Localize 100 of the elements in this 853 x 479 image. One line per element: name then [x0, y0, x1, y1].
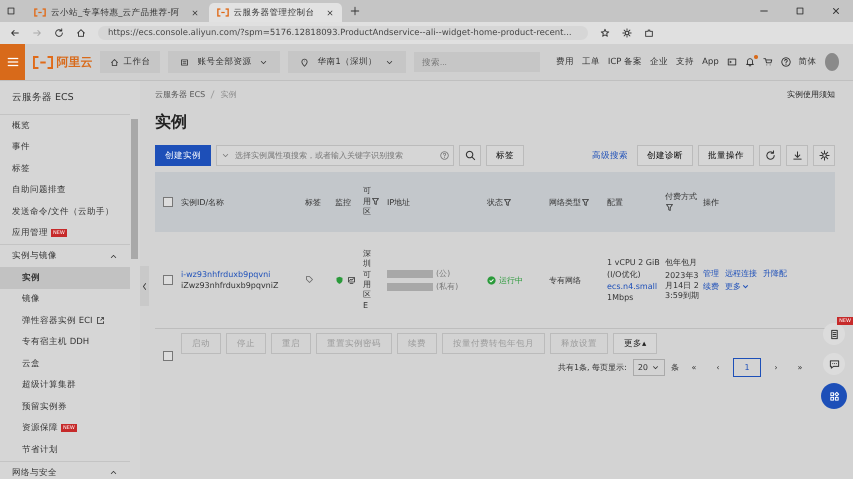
- top-link[interactable]: 支持: [676, 56, 694, 68]
- settings-button[interactable]: [813, 145, 835, 166]
- filter-icon[interactable]: [665, 202, 674, 212]
- sidebar-item[interactable]: 节省计划: [0, 439, 130, 460]
- tag-button[interactable]: 标签: [486, 145, 524, 166]
- url-field[interactable]: https://ecs.console.aliyun.com/?spm=5176.12818093.ProductAndservice--ali--widget-home-product-recent...: [98, 26, 588, 40]
- prev-page-button[interactable]: ‹: [709, 360, 727, 375]
- filter-icon[interactable]: [581, 198, 590, 206]
- sidebar-item[interactable]: 实例: [0, 267, 130, 288]
- sidebar-item[interactable]: 概览: [0, 115, 130, 136]
- search-field[interactable]: 选择实例属性项搜索，或者输入关键字识别搜索: [216, 145, 454, 166]
- top-link[interactable]: App: [702, 57, 719, 67]
- sidebar-item[interactable]: 自助问题排查: [0, 180, 130, 201]
- download-button[interactable]: [786, 145, 808, 166]
- refresh-icon: [764, 150, 776, 161]
- chat-button[interactable]: [823, 353, 845, 375]
- config-text: (I/O优化): [607, 269, 642, 280]
- sidebar-item[interactable]: 超级计算集群: [0, 374, 130, 396]
- chevron-left-icon: [140, 282, 149, 290]
- last-page-button[interactable]: »: [791, 360, 809, 375]
- logo-icon: [216, 8, 229, 17]
- language-link[interactable]: 简体: [798, 56, 817, 68]
- top-link[interactable]: 企业: [650, 56, 668, 68]
- create-instance-button[interactable]: 创建实例: [155, 145, 211, 166]
- refresh-button[interactable]: [759, 145, 781, 166]
- action-link[interactable]: 升降配: [763, 268, 787, 279]
- column-header: 监控: [335, 196, 351, 208]
- search-field[interactable]: 搜索...: [414, 52, 540, 72]
- caret-icon[interactable]: [221, 151, 230, 160]
- action-link[interactable]: 远程连接: [725, 268, 757, 279]
- close-icon[interactable]: [190, 8, 199, 16]
- browser-tab[interactable]: 云服务器管理控制台: [208, 3, 342, 22]
- top-link[interactable]: ICP 备案: [608, 56, 642, 68]
- menu-icon[interactable]: [6, 55, 20, 69]
- resource-dropdown[interactable]: 账号全部资源: [168, 51, 280, 73]
- batch-button[interactable]: 批量操作: [698, 145, 754, 166]
- reload-icon[interactable]: [54, 28, 64, 38]
- close-icon[interactable]: [326, 8, 334, 16]
- column-header: 配置: [607, 196, 623, 208]
- top-link[interactable]: 费用: [556, 56, 574, 68]
- checkbox[interactable]: [163, 197, 173, 207]
- sidebar-item[interactable]: 镜像: [0, 288, 130, 310]
- column-header: 可用区: [363, 186, 371, 218]
- filter-icon[interactable]: [503, 198, 512, 206]
- action-link[interactable]: 续费: [703, 281, 719, 292]
- chat-icon: [828, 358, 840, 370]
- instance-id-link[interactable]: i-wz93nhfrduxb9pqvni: [181, 270, 301, 279]
- more-button[interactable]: 更多▴: [613, 333, 658, 354]
- back-icon[interactable]: [10, 28, 20, 38]
- next-page-button[interactable]: ›: [767, 360, 785, 375]
- first-page-button[interactable]: «: [685, 360, 703, 375]
- caret-icon: [109, 468, 118, 477]
- page-button[interactable]: 1: [733, 358, 761, 377]
- collapse-handle[interactable]: [140, 266, 149, 306]
- apps-button[interactable]: [821, 383, 847, 409]
- breadcrumb-separator: [208, 90, 218, 99]
- filter-icon[interactable]: [371, 197, 380, 206]
- cart-icon[interactable]: [762, 57, 773, 67]
- sidebar-item[interactable]: 弹性容器实例 ECI: [0, 310, 130, 332]
- check-circle-icon: [487, 276, 496, 284]
- action-link[interactable]: 更多: [725, 281, 750, 292]
- monitor-icon[interactable]: [347, 276, 356, 284]
- checkbox[interactable]: [163, 351, 173, 361]
- notice-link[interactable]: 实例使用须知: [787, 89, 835, 100]
- action-link[interactable]: 管理: [703, 268, 719, 279]
- home-icon[interactable]: [76, 28, 86, 38]
- tab-actions-icon[interactable]: [6, 6, 16, 16]
- menu-button[interactable]: [0, 44, 26, 80]
- search-button[interactable]: [459, 145, 481, 166]
- expiry-text: 2023年3月14日 23:59到期: [665, 270, 699, 302]
- sidebar-item[interactable]: 专有宿主机 DDH: [0, 332, 130, 353]
- sidebar-item[interactable]: 发送命令/文件（云助手）: [0, 201, 130, 222]
- sidebar-item[interactable]: 标签: [0, 158, 130, 180]
- page-size-dropdown[interactable]: 20: [632, 359, 665, 376]
- sidebar-item[interactable]: 云盒: [0, 353, 130, 374]
- diagnose-button[interactable]: 创建诊断: [637, 145, 693, 166]
- terminal-icon[interactable]: [726, 57, 737, 67]
- scrollbar[interactable]: [131, 119, 138, 259]
- tag-icon[interactable]: [305, 274, 314, 284]
- document-button[interactable]: [823, 323, 845, 345]
- breadcrumb-link[interactable]: 云服务器 ECS: [155, 89, 206, 100]
- bell-icon[interactable]: [744, 57, 755, 67]
- workbench-button[interactable]: 工作台: [100, 51, 160, 73]
- instance-type-link[interactable]: ecs.n4.small: [607, 282, 661, 291]
- browser-tab[interactable]: 云小站_专享特惠_云产品推荐-阿: [26, 3, 207, 22]
- network-type: 专有网络: [549, 276, 581, 284]
- region-dropdown[interactable]: 华南1（深圳）: [288, 51, 406, 73]
- help-icon[interactable]: [780, 57, 791, 67]
- maximize-icon[interactable]: [795, 6, 805, 16]
- star-icon[interactable]: [600, 28, 610, 38]
- top-link[interactable]: 工单: [582, 56, 600, 68]
- settings-icon[interactable]: [622, 28, 632, 38]
- sidebar-item[interactable]: 事件: [0, 136, 130, 158]
- sidebar-item[interactable]: 预留实例券: [0, 396, 130, 418]
- column-header: 状态: [487, 196, 503, 208]
- advanced-search-link[interactable]: 高级搜索: [592, 150, 628, 162]
- sidebar-group[interactable]: 网络与安全: [0, 460, 130, 479]
- new-tab-icon[interactable]: [350, 6, 360, 16]
- row-checkbox[interactable]: [163, 275, 173, 285]
- close-icon[interactable]: [831, 6, 841, 16]
